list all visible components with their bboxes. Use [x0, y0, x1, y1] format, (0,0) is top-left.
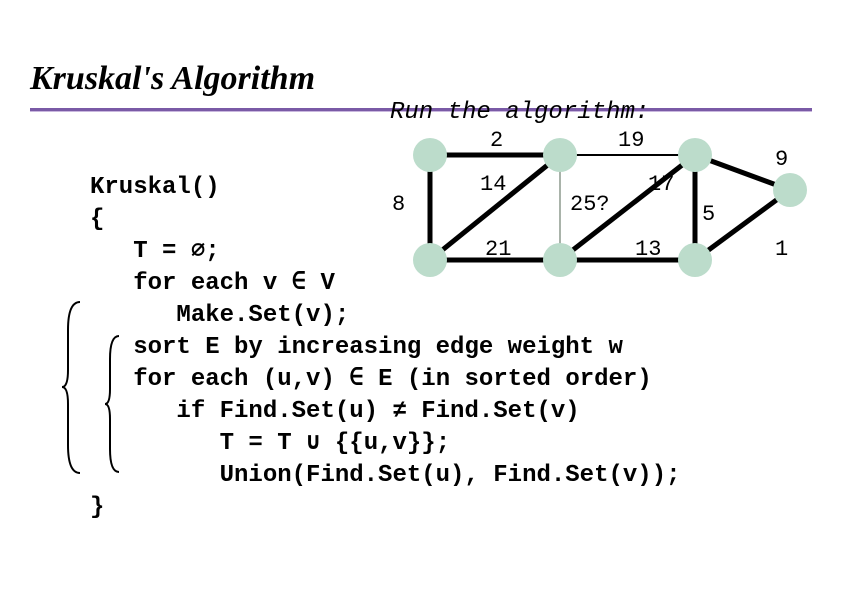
- edge-weight-B-G: 14: [480, 172, 506, 197]
- edge-weight-D-E: 1: [775, 237, 788, 262]
- edge-weight-C-D: 9: [775, 147, 788, 172]
- slide-title: Kruskal's Algorithm: [30, 60, 315, 98]
- code-line-11: }: [90, 494, 104, 521]
- code-line-9: T = T ∪ {{u,v}};: [90, 430, 450, 457]
- node-A: [413, 138, 447, 172]
- node-D: [773, 173, 807, 207]
- brace-outer: [60, 300, 86, 475]
- code-line-8: if Find.Set(u) ≠ Find.Set(v): [90, 398, 580, 425]
- code-line-5: Make.Set(v);: [90, 302, 349, 329]
- edge-weight-F-G: 21: [485, 237, 511, 262]
- edge-weight-B-F: 25?: [570, 192, 610, 217]
- edge-weight-C-F: 17: [648, 172, 674, 197]
- node-B: [543, 138, 577, 172]
- graph-diagram: Run the algorithm: 219915132181425?17: [390, 120, 810, 290]
- edge-weight-A-B: 2: [490, 128, 503, 153]
- code-line-4: for each v ∈ V: [90, 270, 335, 297]
- node-G: [413, 243, 447, 277]
- run-label: Run the algorithm:: [390, 99, 649, 126]
- edge-weight-C-E: 5: [702, 202, 715, 227]
- node-E: [678, 243, 712, 277]
- node-F: [543, 243, 577, 277]
- code-line-10: Union(Find.Set(u), Find.Set(v));: [90, 462, 681, 489]
- brace-inner: [103, 334, 123, 474]
- edge-weight-A-G: 8: [392, 192, 405, 217]
- code-line-1: Kruskal(): [90, 174, 220, 201]
- code-line-6: sort E by increasing edge weight w: [90, 334, 623, 361]
- code-line-2: {: [90, 206, 104, 233]
- edge-weight-E-F: 13: [635, 237, 661, 262]
- node-C: [678, 138, 712, 172]
- code-line-3: T = ∅;: [90, 238, 220, 265]
- code-line-7: for each (u,v) ∈ E (in sorted order): [90, 366, 652, 393]
- edge-weight-B-C: 19: [618, 128, 644, 153]
